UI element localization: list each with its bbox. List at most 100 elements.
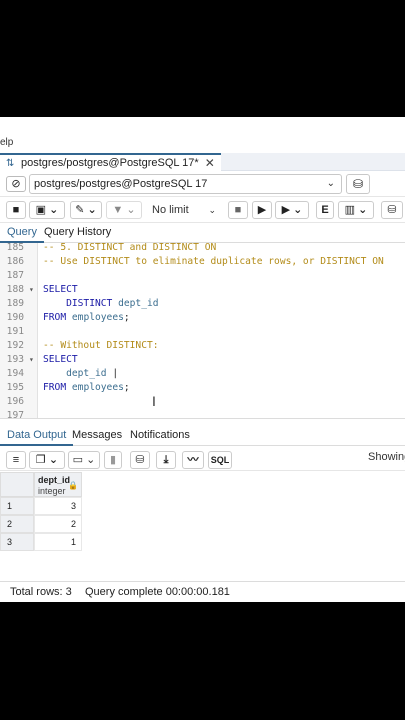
explain-analyze-button[interactable]: ▥ ⌄ [338,201,374,219]
cell-dept-id[interactable]: 3 [34,497,82,515]
row-number[interactable]: 3 [0,533,34,551]
add-row-icon: ≡ [12,454,20,466]
table-row[interactable]: 1 3 [0,497,82,515]
lock-icon: 🔒 [68,481,78,490]
code-line[interactable]: 185 -- 5. DISTINCT and DISTINCT ON [0,243,405,255]
query-complete-label: Query complete 00:00:00.181 [85,586,230,598]
macros-button[interactable]: ⛁ [381,201,403,219]
tab-query-history[interactable]: Query History [44,223,111,243]
line-number: 188 [6,284,24,295]
table-row[interactable]: 3 1 [0,533,82,551]
query-tool-icon: ⇅ [6,157,15,169]
limit-select[interactable]: No limit ⌄ [148,201,218,219]
query-toolbar: ■ ▣ ⌄ ✎ ⌄ ▼ ⌄ No limit ⌄ ■ ▶ ▶ ⌄ E ▥ ⌄ ⛁ [0,197,405,223]
query-tool-tab[interactable]: ⇅ postgres/postgres@PostgreSQL 17* ✕ [0,153,221,171]
code-token: -- 5. DISTINCT and DISTINCT ON [43,243,217,253]
line-number: 187 [6,270,24,281]
grid-corner[interactable] [0,472,34,497]
row-number[interactable]: 1 [0,497,34,515]
code-line[interactable]: 195 FROM employees; [0,381,405,395]
line-number: 192 [6,340,24,351]
code-token: | [106,368,119,379]
database-icon[interactable]: ⛁ [346,174,370,194]
stop-icon: ■ [234,204,242,216]
connection-status-icon[interactable]: ⊘ [6,176,26,192]
menu-bar: elp [0,117,405,153]
close-tab-icon[interactable]: ✕ [205,156,215,170]
code-line[interactable]: 187 [0,269,405,283]
download-icon: ⤓ [163,454,169,466]
edit-button[interactable]: ✎ ⌄ [70,201,102,219]
add-row-button[interactable]: ≡ [6,451,26,469]
code-line[interactable]: 194 dept_id | [0,367,405,381]
code-line[interactable]: 186 -- Use DISTINCT to eliminate duplicat… [0,255,405,269]
paste-button[interactable]: ▭ ⌄ [68,451,100,469]
code-line[interactable]: 188 ▾ SELECT [0,283,405,297]
database-save-icon: ⛁ [135,454,145,466]
code-text: DISTINCT dept_id [43,297,158,311]
pgadmin-window: elp ⇅ postgres/postgres@PostgreSQL 17* ✕… [0,117,405,602]
graph-button[interactable]: 〰 [182,451,204,469]
output-tabs: Data Output Messages Notifications [0,426,405,446]
code-token: -- Use DISTINCT to eliminate duplicate r… [43,256,384,267]
line-number: 196 [6,396,24,407]
download-button[interactable]: ⤓ [156,451,176,469]
column-header-dept-id[interactable]: dept_id integer 🔒 [34,472,82,497]
code-line[interactable]: 192 -- Without DISTINCT: [0,339,405,353]
fold-chevron-icon[interactable]: ▾ [29,283,34,297]
play-icon: ▶ [257,204,267,216]
delete-button[interactable]: ▮ [104,451,122,469]
code-line[interactable]: 196 [0,395,405,409]
code-line[interactable]: 197 [0,409,405,418]
tab-messages[interactable]: Messages [72,426,122,446]
cell-dept-id[interactable]: 2 [34,515,82,533]
code-line[interactable]: 190 FROM employees; [0,311,405,325]
code-token: ; [123,382,130,393]
code-line[interactable]: 193 ▾ SELECT [0,353,405,367]
query-tool-tab-title: postgres/postgres@PostgreSQL 17* [21,157,199,169]
code-token: FROM [43,312,67,323]
tab-data-output[interactable]: Data Output [0,426,74,446]
column-type: integer [38,486,66,496]
explain-icon: E [321,204,329,216]
sql-button[interactable]: SQL [208,451,232,469]
execute-options-button[interactable]: ▶ ⌄ [275,201,309,219]
sql-editor[interactable]: 185 -- 5. DISTINCT and DISTINCT ON 186 -- U… [0,243,405,419]
trash-icon: ▮ [109,454,117,466]
code-line[interactable]: 189 DISTINCT dept_id [0,297,405,311]
save-icon: ▣ ⌄ [35,204,59,216]
copy-icon: ❐ ⌄ [35,454,59,466]
code-text: FROM employees; [43,381,130,395]
chart-icon: ▥ ⌄ [344,204,368,216]
stop-button[interactable]: ■ [228,201,248,219]
paste-icon: ▭ ⌄ [72,454,96,466]
tab-notifications[interactable]: Notifications [130,426,190,446]
menu-help[interactable]: elp [0,137,13,148]
execute-button[interactable]: ▶ [252,201,272,219]
copy-button[interactable]: ❐ ⌄ [29,451,65,469]
tab-query[interactable]: Query [0,223,44,243]
explain-button[interactable]: E [316,201,334,219]
connection-row: ⊘ postgres/postgres@PostgreSQL 17 ⌄ ⛁ [0,171,405,197]
chevron-down-icon: ⌄ [208,205,216,215]
save-file-button[interactable]: ▣ ⌄ [29,201,65,219]
table-row[interactable]: 2 2 [0,515,82,533]
code-token: FROM [43,382,67,393]
filter-button[interactable]: ▼ ⌄ [106,201,142,219]
macros-icon: ⛁ [387,204,397,216]
line-number: 195 [6,382,24,393]
query-tabs: Query Query History [0,223,405,243]
code-token: employees [71,312,124,323]
output-toolbar: ≡ ❐ ⌄ ▭ ⌄ ▮ ⛁ ⤓ 〰 SQL Showing [0,447,405,471]
connection-select[interactable]: postgres/postgres@PostgreSQL 17 ⌄ [29,174,342,194]
filter-icon: ▼ ⌄ [112,204,136,216]
open-file-button[interactable]: ■ [6,201,26,219]
code-text: -- 5. DISTINCT and DISTINCT ON [43,243,216,255]
save-data-button[interactable]: ⛁ [130,451,150,469]
cell-dept-id[interactable]: 1 [34,533,82,551]
code-line[interactable]: 191 [0,325,405,339]
fold-chevron-icon[interactable]: ▾ [29,353,34,367]
code-token: SELECT [43,354,78,365]
line-number: 191 [6,326,24,337]
row-number[interactable]: 2 [0,515,34,533]
